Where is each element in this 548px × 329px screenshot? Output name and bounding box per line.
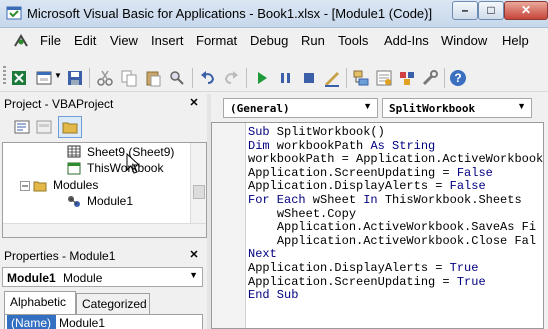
object-name: Module1 xyxy=(7,271,56,285)
menu-edit[interactable]: Edit xyxy=(74,33,96,48)
insert-userform-icon[interactable] xyxy=(35,69,53,87)
vba-logo-icon xyxy=(14,34,28,47)
break-icon[interactable] xyxy=(277,69,295,87)
code-line[interactable]: End Sub xyxy=(248,288,298,302)
toolbar-separator xyxy=(246,68,247,88)
code-line[interactable]: workbookPath = Application.ActiveWorkboo… xyxy=(248,152,543,166)
project-tree-scrollbar[interactable] xyxy=(190,143,206,223)
properties-window-icon[interactable] xyxy=(375,69,393,87)
title-bar: Microsoft Visual Basic for Applications … xyxy=(0,0,548,28)
code-line[interactable]: Application.DisplayAlerts = True xyxy=(248,261,478,275)
toolbar-separator xyxy=(192,68,193,88)
reset-icon[interactable] xyxy=(300,69,318,87)
toggle-folders-button[interactable] xyxy=(58,116,82,138)
save-icon[interactable] xyxy=(66,69,84,87)
menu-tools[interactable]: Tools xyxy=(338,33,368,48)
properties-panel-title: Properties - Module1 xyxy=(4,249,116,263)
menu-format[interactable]: Format xyxy=(196,33,237,48)
property-name-cell[interactable]: (Name) xyxy=(7,315,56,329)
chevron-down-icon: ▼ xyxy=(363,101,372,111)
view-code-icon[interactable] xyxy=(14,120,30,134)
procedure-dropdown[interactable]: SplitWorkbook ▼ xyxy=(382,98,532,118)
code-line[interactable]: Next xyxy=(248,247,277,261)
toolbar-separator xyxy=(444,68,445,88)
tab-categorized[interactable]: Categorized xyxy=(76,293,150,314)
menu-window[interactable]: Window xyxy=(441,33,487,48)
code-margin[interactable] xyxy=(212,123,246,328)
project-toolbar xyxy=(0,114,207,142)
worksheet-icon xyxy=(67,145,81,158)
code-line[interactable]: For Each wSheet In ThisWorkbook.Sheets xyxy=(248,193,522,207)
code-line[interactable]: Application.ActiveWorkbook.SaveAs Fi xyxy=(248,220,536,234)
tab-alphabetic[interactable]: Alphabetic xyxy=(4,291,76,314)
copy-icon[interactable] xyxy=(120,69,138,87)
project-explorer-icon[interactable] xyxy=(352,69,370,87)
undo-icon[interactable] xyxy=(199,69,217,87)
minimize-button[interactable]: – xyxy=(452,1,478,20)
menu-file[interactable]: File xyxy=(40,33,61,48)
menu-run[interactable]: Run xyxy=(301,33,325,48)
chevron-down-icon[interactable]: ▼ xyxy=(54,71,62,80)
code-line[interactable]: Application.DisplayAlerts = False xyxy=(248,179,486,193)
menu-bar: File Edit View Insert Format Debug Run T… xyxy=(0,28,548,54)
code-line[interactable]: Sub SplitWorkbook() xyxy=(248,125,385,139)
run-icon[interactable] xyxy=(253,69,271,87)
code-line[interactable]: Application.ScreenUpdating = True xyxy=(248,275,486,289)
properties-panel-header: Properties - Module1 ✕ xyxy=(0,246,207,266)
collapse-icon[interactable] xyxy=(20,181,30,191)
toolbox-icon[interactable] xyxy=(421,69,439,87)
object-type: Module xyxy=(63,271,103,285)
paste-icon[interactable] xyxy=(144,69,162,87)
project-panel-header: Project - VBAProject ✕ xyxy=(0,94,207,114)
menu-debug[interactable]: Debug xyxy=(250,33,288,48)
toolbar-separator xyxy=(89,68,90,88)
chevron-down-icon: ▼ xyxy=(517,101,526,111)
folder-icon xyxy=(33,181,47,192)
project-tree-hscrollbar[interactable] xyxy=(3,223,206,237)
project-tree: Sheet9 (Sheet9) ThisWorkbook Modules Mod… xyxy=(2,142,207,238)
code-line[interactable]: Application.ScreenUpdating = False xyxy=(248,166,493,180)
module-icon xyxy=(68,196,80,207)
menu-insert[interactable]: Insert xyxy=(151,33,184,48)
cut-icon[interactable] xyxy=(96,69,114,87)
object-browser-icon[interactable] xyxy=(398,69,416,87)
toolbar-grip[interactable] xyxy=(3,66,6,86)
maximize-button[interactable]: □ xyxy=(478,1,504,20)
close-icon[interactable]: ✕ xyxy=(187,248,201,262)
close-button[interactable]: ✕ xyxy=(504,1,548,20)
project-panel-title: Project - VBAProject xyxy=(4,97,114,111)
properties-grid: (Name) Module1 xyxy=(4,314,203,329)
view-excel-icon[interactable] xyxy=(10,69,28,87)
menu-help[interactable]: Help xyxy=(502,33,529,48)
code-editor[interactable]: Sub SplitWorkbook() Dim workbookPath As S… xyxy=(211,122,544,329)
menu-add-ins[interactable]: Add-Ins xyxy=(384,33,429,48)
chevron-down-icon: ▼ xyxy=(189,270,198,280)
redo-icon[interactable] xyxy=(222,69,240,87)
standard-toolbar: ▼ ? xyxy=(0,54,548,92)
properties-object-select[interactable]: Module1 Module ▼ xyxy=(2,267,203,287)
code-line[interactable]: Application.ActiveWorkbook.Close Fal xyxy=(248,234,536,248)
help-icon[interactable]: ? xyxy=(449,69,467,87)
workbook-icon xyxy=(67,162,81,175)
view-object-icon[interactable] xyxy=(36,120,52,134)
find-icon[interactable] xyxy=(168,69,186,87)
toolbar-separator xyxy=(346,68,347,88)
code-line[interactable]: wSheet.Copy xyxy=(248,207,356,221)
property-value-cell[interactable]: Module1 xyxy=(57,315,202,329)
folder-icon xyxy=(62,122,78,134)
close-icon[interactable]: ✕ xyxy=(187,96,201,110)
object-dropdown[interactable]: (General) ▼ xyxy=(223,98,378,118)
code-line[interactable]: Dim workbookPath As String xyxy=(248,139,435,153)
vba-app-icon xyxy=(6,6,22,20)
menu-view[interactable]: View xyxy=(110,33,138,48)
design-mode-icon[interactable] xyxy=(323,69,341,87)
window-title: Microsoft Visual Basic for Applications … xyxy=(27,6,433,21)
scroll-thumb[interactable] xyxy=(193,185,205,199)
svg-text:?: ? xyxy=(454,71,461,85)
